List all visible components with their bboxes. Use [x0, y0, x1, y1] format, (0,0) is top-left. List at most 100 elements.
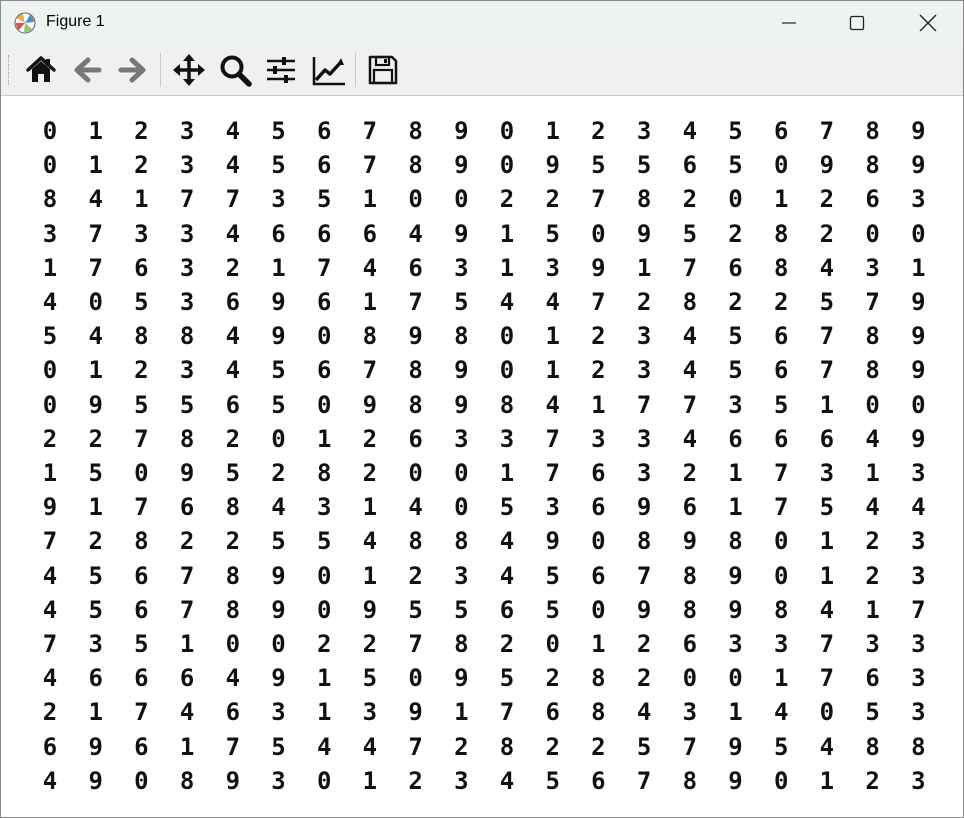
digit-image: 0: [408, 664, 423, 693]
digit-image: 3: [682, 698, 698, 727]
digit-image: 5: [225, 459, 241, 487]
digit-image: 3: [911, 527, 926, 556]
digit-image: 6: [225, 698, 241, 727]
digit-image: 5: [591, 151, 606, 180]
digit-image: 5: [545, 595, 560, 624]
digit-image: 8: [911, 732, 926, 761]
line-chart-icon: [312, 57, 345, 86]
pan-button[interactable]: [169, 52, 209, 88]
back-button[interactable]: [67, 52, 107, 88]
digit-image: 2: [865, 766, 880, 795]
digit-image: 5: [88, 459, 103, 487]
digit-image: 5: [454, 595, 469, 624]
digit-image: 6: [773, 356, 789, 385]
close-button[interactable]: [898, 1, 958, 45]
digit-image: 3: [773, 630, 789, 658]
digit-image: 2: [499, 630, 515, 658]
digit-image: 9: [271, 561, 286, 590]
digit-image: 4: [225, 219, 241, 248]
digit-image: 6: [179, 664, 195, 693]
digit-image: 6: [819, 424, 835, 453]
digit-image: 3: [911, 459, 926, 487]
digit-image: 9: [636, 595, 652, 624]
digit-image: 1: [728, 698, 743, 727]
digit-image: 5: [271, 151, 286, 180]
digit-image: 2: [362, 459, 378, 487]
digit-image: 5: [42, 322, 58, 351]
digit-image: 8: [591, 698, 606, 727]
digit-image: 9: [362, 595, 378, 624]
digit-image: 8: [42, 185, 58, 214]
digit-image: 7: [591, 288, 606, 316]
digit-image: 4: [362, 253, 378, 282]
digit-image: 6: [591, 561, 606, 590]
digit-image: 9: [728, 766, 743, 795]
digit-image: 7: [636, 561, 652, 590]
digit-image: 5: [362, 664, 378, 693]
digit-image: 7: [819, 664, 835, 693]
digit-image: 7: [499, 698, 515, 727]
digit-image: 7: [773, 459, 789, 487]
digit-image: 9: [591, 253, 606, 282]
toolbar-separator: [160, 53, 161, 87]
digit-image: 8: [682, 766, 698, 795]
digit-image: 6: [591, 493, 606, 522]
digit-image: 1: [316, 698, 332, 727]
digit-image: 2: [225, 424, 241, 453]
digit-image: 6: [42, 732, 58, 761]
title-bar[interactable]: Figure 1: [1, 1, 963, 45]
digit-image: 8: [865, 117, 880, 145]
digit-image: 1: [636, 253, 652, 282]
digit-image: 0: [42, 390, 58, 419]
digit-image: 5: [773, 732, 789, 761]
digit-image: 9: [682, 527, 698, 556]
subplots-button[interactable]: [261, 52, 301, 88]
digit-image: 3: [636, 322, 652, 351]
digit-image: 2: [271, 459, 286, 487]
digit-image: 1: [271, 253, 286, 282]
digit-image: 8: [408, 390, 423, 419]
digit-image: 4: [819, 732, 835, 761]
edit-axes-button[interactable]: [309, 52, 349, 88]
digit-image: 4: [865, 424, 880, 453]
figure-canvas[interactable]: 0 1 2 3 4 5 6 7 8 9 0 1 2 3 4 5 6 7 8 9 0 1 2 3 4 5 6 7 8 9 0 9 5 5 6 5 0 9 8 9…: [1, 96, 963, 817]
digit-image: 6: [316, 117, 332, 145]
digit-image: 5: [773, 390, 789, 419]
home-button[interactable]: [21, 52, 61, 88]
digit-image: 1: [316, 424, 332, 453]
sliders-icon: [267, 57, 295, 83]
toolbar-grip[interactable]: [8, 55, 11, 85]
digit-image: 1: [865, 459, 880, 487]
digit-image: 0: [773, 151, 789, 180]
digit-image: 3: [454, 766, 469, 795]
digit-image: 0: [134, 459, 149, 487]
digit-image: 9: [911, 117, 926, 145]
digit-image: 4: [42, 288, 58, 316]
digit-image: 6: [88, 664, 103, 693]
digit-image: 2: [42, 698, 58, 727]
digit-image: 3: [728, 390, 743, 419]
maximize-button[interactable]: [827, 1, 887, 45]
digit-image: 1: [316, 664, 332, 693]
digit-image: 7: [682, 732, 698, 761]
digit-image: 1: [819, 561, 835, 590]
digit-image: 9: [545, 527, 560, 556]
forward-button[interactable]: [113, 52, 153, 88]
digit-image: 3: [88, 630, 103, 658]
digit-image: 3: [454, 253, 469, 282]
digit-image: 5: [134, 630, 149, 658]
digit-image: 8: [179, 424, 195, 453]
digit-image: 7: [179, 595, 195, 624]
digit-image: 3: [636, 424, 652, 453]
digit-image: 8: [454, 322, 469, 351]
digit-image: 6: [134, 595, 149, 624]
digit-image: 7: [865, 288, 880, 316]
digit-image: 2: [682, 185, 698, 214]
zoom-button[interactable]: [215, 52, 255, 88]
digit-image: 9: [911, 151, 926, 180]
minimize-button[interactable]: [759, 1, 819, 45]
save-button[interactable]: [363, 52, 403, 88]
digit-image: 4: [225, 322, 241, 351]
digit-image: 3: [728, 630, 743, 658]
digit-image: 2: [225, 253, 241, 282]
